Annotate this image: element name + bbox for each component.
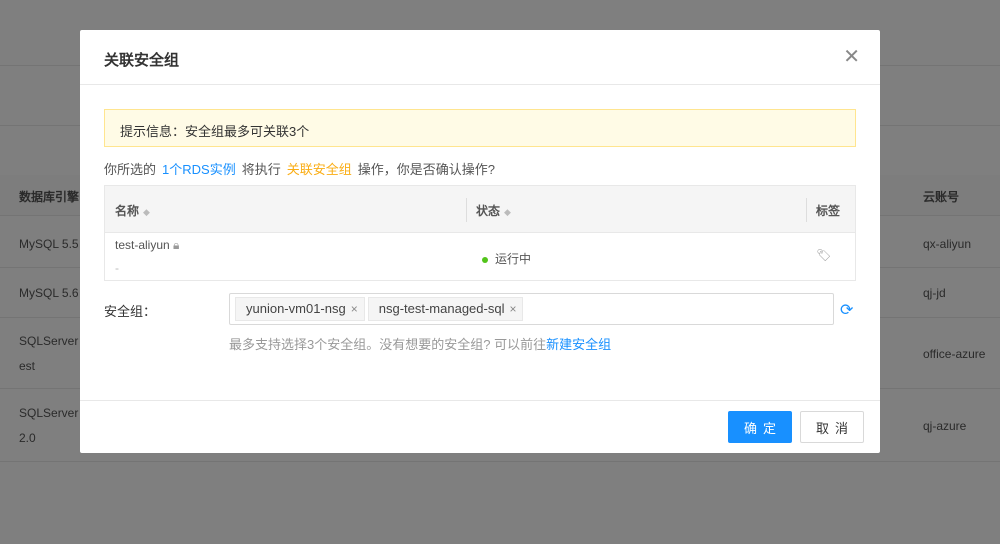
sort-icon[interactable]: ◆ <box>143 207 150 217</box>
instance-name: test-aliyun 🔒︎ <box>115 238 180 252</box>
secgroup-select[interactable]: yunion-vm01-nsg × nsg-test-managed-sql × <box>229 293 834 325</box>
lock-icon: 🔒︎ <box>173 238 180 252</box>
instance-sub: - <box>115 261 119 275</box>
dialog-title: 关联安全组 <box>80 30 880 85</box>
dialog-footer-divider <box>80 400 880 401</box>
refresh-icon[interactable]: ⟳ <box>840 300 853 320</box>
column-name[interactable]: 名称 ◆ <box>115 202 150 219</box>
confirm-prefix: 你所选的 <box>104 162 157 177</box>
info-alert: 提示信息：安全组最多可关联3个 <box>104 109 856 147</box>
confirm-text: 你所选的 1个RDS实例 将执行 关联安全组 操作，你是否确认操作? <box>104 159 495 178</box>
status-badge: 运行中 <box>482 250 531 267</box>
secgroup-label: 安全组： <box>104 304 157 319</box>
sort-icon[interactable]: ◆ <box>504 207 511 217</box>
selected-instances-table: 名称 ◆ 状态 ◆ 标签 test-aliyun 🔒︎ - 运行中 🏷︎ <box>104 185 856 281</box>
confirm-suffix: 操作，你是否确认操作? <box>357 162 495 177</box>
instance-count-link[interactable]: 1个RDS实例 <box>162 162 236 177</box>
secgroup-hint: 最多支持选择3个安全组。没有想要的安全组? 可以前往新建安全组 <box>229 337 612 352</box>
cancel-button[interactable]: 取消 <box>800 411 864 443</box>
selected-tag: yunion-vm01-nsg × <box>235 297 365 321</box>
associate-secgroup-dialog: 关联安全组 ✕ 提示信息：安全组最多可关联3个 你所选的 1个RDS实例 将执行 关联… <box>80 30 880 453</box>
close-icon[interactable]: ✕ <box>843 47 860 67</box>
action-name: 关联安全组 <box>286 162 352 177</box>
confirm-middle: 将执行 <box>241 162 281 177</box>
selected-tag: nsg-test-managed-sql × <box>367 297 524 321</box>
column-status[interactable]: 状态 ◆ <box>476 202 511 219</box>
tag-icon[interactable]: 🏷︎ <box>816 248 831 262</box>
ok-button[interactable]: 确定 <box>728 411 792 443</box>
create-secgroup-link[interactable]: 新建安全组 <box>546 337 611 352</box>
column-tags: 标签 <box>816 204 841 218</box>
table-header: 名称 ◆ 状态 ◆ 标签 <box>105 186 855 233</box>
remove-icon[interactable]: × <box>351 302 358 316</box>
remove-icon[interactable]: × <box>509 302 516 316</box>
